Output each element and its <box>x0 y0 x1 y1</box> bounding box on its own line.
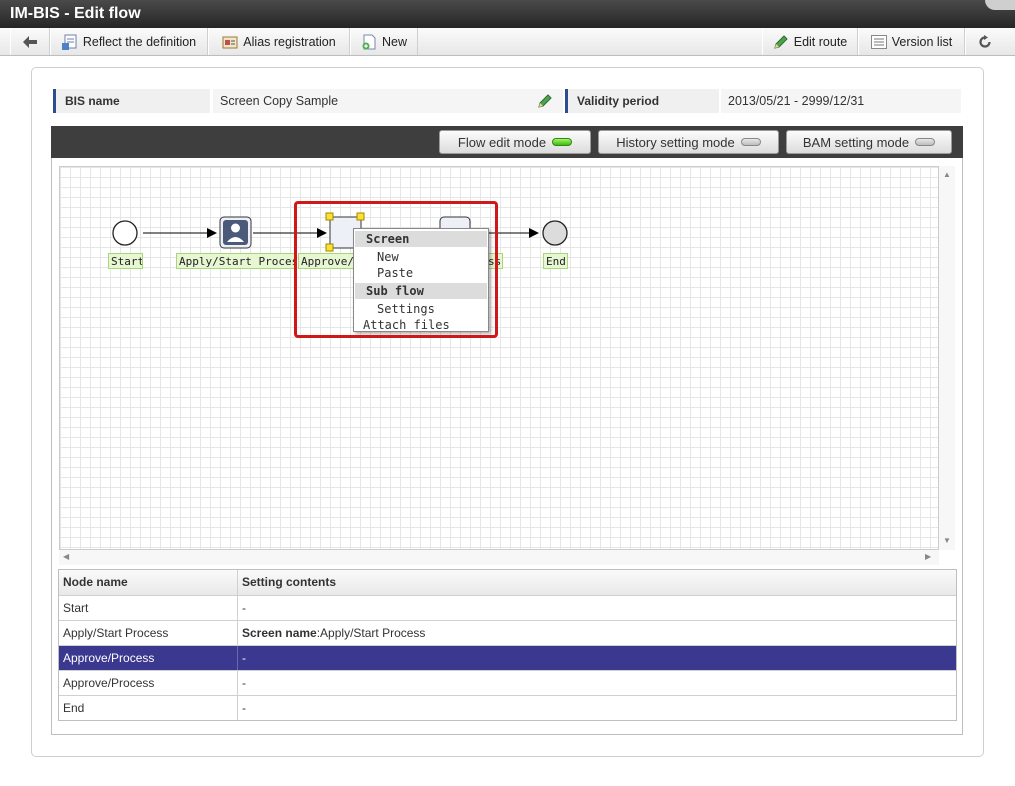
table-row[interactable]: Approve/Process - <box>59 670 956 695</box>
table-row[interactable]: End - <box>59 695 956 720</box>
setting-contents-cell: - <box>242 651 246 665</box>
start-node[interactable] <box>112 220 138 246</box>
node-settings-table: Node name Setting contents Start - Apply… <box>58 569 957 721</box>
node-name-cell: Approve/Process <box>59 671 238 695</box>
screen-name-key: Screen name <box>242 626 317 640</box>
table-row-selected[interactable]: Approve/Process - <box>59 645 956 670</box>
table-row[interactable]: Start - <box>59 595 956 620</box>
column-header-node-name: Node name <box>59 570 238 595</box>
user-icon <box>231 223 240 233</box>
screen-name-value: :Apply/Start Process <box>316 626 426 640</box>
end-node[interactable] <box>542 220 568 246</box>
node-label-start: Start <box>108 253 143 269</box>
setting-contents-cell: Screen name:Apply/Start Process <box>238 621 956 645</box>
setting-contents-cell: - <box>242 701 246 715</box>
node-name-cell: Start <box>59 596 238 620</box>
table-row[interactable]: Apply/Start Process Screen name:Apply/St… <box>59 620 956 645</box>
apply-start-process-node[interactable] <box>219 216 252 249</box>
column-header-setting-contents: Setting contents <box>242 575 337 589</box>
node-label-apply-start-process: Apply/Start Process <box>176 253 295 269</box>
node-name-cell: Apply/Start Process <box>59 621 238 645</box>
setting-contents-cell: - <box>242 676 246 690</box>
setting-contents-cell: - <box>242 601 246 615</box>
node-label-end: End <box>543 253 568 269</box>
table-header-row: Node name Setting contents <box>59 570 956 595</box>
node-name-cell: End <box>59 696 238 720</box>
highlight-box <box>294 201 498 338</box>
node-name-cell: Approve/Process <box>59 646 238 670</box>
